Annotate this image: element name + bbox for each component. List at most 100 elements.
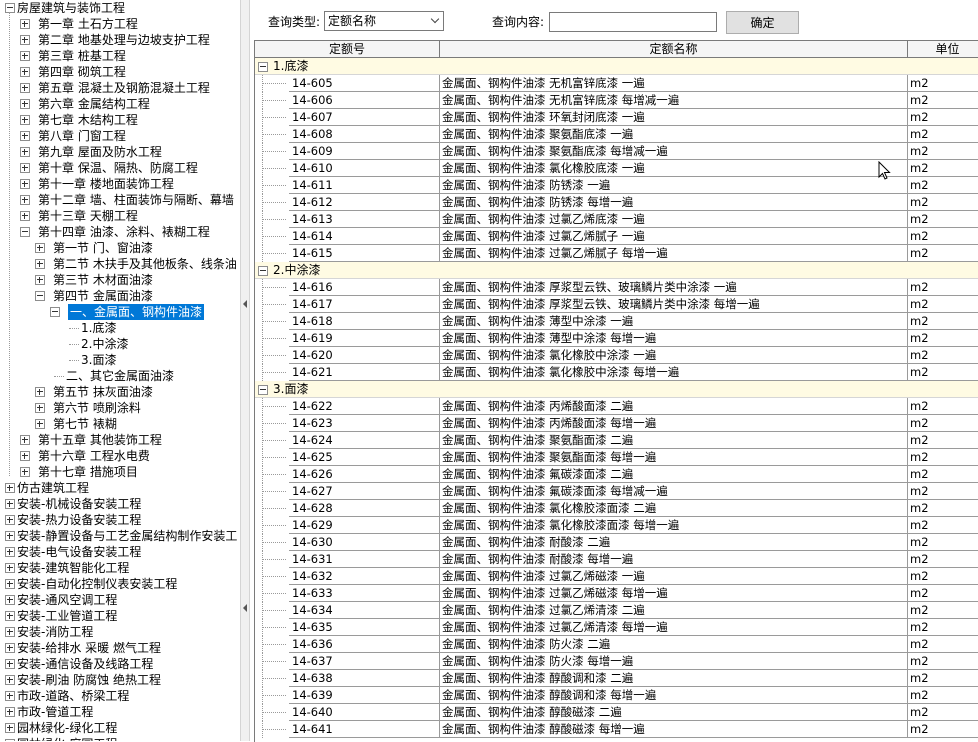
category-tree[interactable]: 房屋建筑与装饰工程 第一章 土石方工程 第二章 地基处理与边坡支护工程 第三章 桩基工… [0, 0, 240, 741]
cell-code[interactable]: 14-606 [289, 92, 440, 109]
cell-unit[interactable]: m2 [908, 585, 978, 602]
collapse-minus-icon[interactable] [258, 385, 268, 395]
expand-plus-icon[interactable] [20, 163, 30, 173]
cell-code[interactable]: 14-625 [289, 449, 440, 466]
table-row[interactable]: 14-629 金属面、钢构件油漆 氯化橡胶漆面漆 每增一遍 m2 [255, 517, 978, 534]
group-row[interactable]: 3.面漆 [255, 381, 978, 398]
cell-unit[interactable]: m2 [908, 415, 978, 432]
table-row[interactable]: 14-634 金属面、钢构件油漆 过氯乙烯清漆 二遍 m2 [255, 602, 978, 619]
cell-unit[interactable]: m2 [908, 687, 978, 704]
cell-unit[interactable]: m2 [908, 279, 978, 296]
tree-node[interactable]: 第六节 喷刷涂料 [0, 400, 240, 416]
cell-name[interactable]: 金属面、钢构件油漆 过氯乙烯清漆 每增一遍 [440, 619, 908, 636]
table-row[interactable]: 14-606 金属面、钢构件油漆 无机富锌底漆 每增减一遍 m2 [255, 92, 978, 109]
expand-plus-icon[interactable] [20, 435, 30, 445]
cell-unit[interactable]: m2 [908, 500, 978, 517]
cell-unit[interactable]: m2 [908, 330, 978, 347]
table-row[interactable]: 14-632 金属面、钢构件油漆 过氯乙烯磁漆 一遍 m2 [255, 568, 978, 585]
expand-plus-icon[interactable] [5, 611, 15, 621]
cell-code[interactable]: 14-614 [289, 228, 440, 245]
query-type-select[interactable]: 定额名称 [324, 11, 444, 31]
tree-node[interactable]: 第七节 裱糊 [0, 416, 240, 432]
cell-unit[interactable]: m2 [908, 653, 978, 670]
cell-code[interactable]: 14-627 [289, 483, 440, 500]
expand-plus-icon[interactable] [20, 51, 30, 61]
expand-plus-icon[interactable] [35, 275, 45, 285]
expand-plus-icon[interactable] [20, 131, 30, 141]
collapse-minus-icon[interactable] [5, 3, 15, 13]
cell-name[interactable]: 金属面、钢构件油漆 耐酸漆 二遍 [440, 534, 908, 551]
collapse-minus-icon[interactable] [258, 266, 268, 276]
column-header-unit[interactable]: 单位 [908, 41, 978, 58]
cell-name[interactable]: 金属面、钢构件油漆 氯化橡胶漆面漆 二遍 [440, 500, 908, 517]
cell-code[interactable]: 14-636 [289, 636, 440, 653]
cell-unit[interactable]: m2 [908, 449, 978, 466]
cell-unit[interactable]: m2 [908, 398, 978, 415]
cell-unit[interactable]: m2 [908, 211, 978, 228]
cell-name[interactable]: 金属面、钢构件油漆 丙烯酸面漆 每增一遍 [440, 415, 908, 432]
cell-code[interactable]: 14-605 [289, 75, 440, 92]
tree-node[interactable]: 第一节 门、窗油漆 [0, 240, 240, 256]
expand-plus-icon[interactable] [5, 595, 15, 605]
collapse-minus-icon[interactable] [258, 62, 268, 72]
tree-node[interactable]: 园林绿化-庭园工程 [0, 736, 240, 741]
expand-plus-icon[interactable] [5, 547, 15, 557]
cell-code[interactable]: 14-617 [289, 296, 440, 313]
tree-node[interactable]: 第五章 混凝土及钢筋混凝土工程 [0, 80, 240, 96]
cell-code[interactable]: 14-632 [289, 568, 440, 585]
cell-name[interactable]: 金属面、钢构件油漆 过氯乙烯清漆 二遍 [440, 602, 908, 619]
table-row[interactable]: 14-622 金属面、钢构件油漆 丙烯酸面漆 二遍 m2 [255, 398, 978, 415]
tree-node[interactable]: 第三节 木材面油漆 [0, 272, 240, 288]
tree-node[interactable]: 房屋建筑与装饰工程 [0, 0, 240, 16]
tree-node[interactable]: 安装-通风空调工程 [0, 592, 240, 608]
tree-node[interactable]: 第八章 门窗工程 [0, 128, 240, 144]
cell-name[interactable]: 金属面、钢构件油漆 薄型中涂漆 一遍 [440, 313, 908, 330]
table-row[interactable]: 14-617 金属面、钢构件油漆 厚浆型云铁、玻璃鳞片类中涂漆 每增一遍 m2 [255, 296, 978, 313]
cell-code[interactable]: 14-634 [289, 602, 440, 619]
column-header-name[interactable]: 定额名称 [440, 41, 908, 58]
table-row[interactable]: 14-635 金属面、钢构件油漆 过氯乙烯清漆 每增一遍 m2 [255, 619, 978, 636]
cell-name[interactable]: 金属面、钢构件油漆 耐酸漆 每增一遍 [440, 551, 908, 568]
tree-node[interactable]: 安装-消防工程 [0, 624, 240, 640]
table-row[interactable]: 14-607 金属面、钢构件油漆 环氧封闭底漆 一遍 m2 [255, 109, 978, 126]
cell-name[interactable]: 金属面、钢构件油漆 氯化橡胶底漆 一遍 [440, 160, 908, 177]
cell-name[interactable]: 金属面、钢构件油漆 防火漆 每增一遍 [440, 653, 908, 670]
cell-code[interactable]: 14-624 [289, 432, 440, 449]
cell-unit[interactable]: m2 [908, 160, 978, 177]
expand-plus-icon[interactable] [5, 579, 15, 589]
cell-unit[interactable]: m2 [908, 177, 978, 194]
cell-code[interactable]: 14-609 [289, 143, 440, 160]
cell-name[interactable]: 金属面、钢构件油漆 聚氨酯面漆 二遍 [440, 432, 908, 449]
cell-unit[interactable]: m2 [908, 704, 978, 721]
cell-name[interactable]: 金属面、钢构件油漆 丙烯酸面漆 二遍 [440, 398, 908, 415]
table-row[interactable]: 14-624 金属面、钢构件油漆 聚氨酯面漆 二遍 m2 [255, 432, 978, 449]
expand-plus-icon[interactable] [35, 419, 45, 429]
tree-node[interactable]: 第五节 抹灰面油漆 [0, 384, 240, 400]
cell-unit[interactable]: m2 [908, 126, 978, 143]
cell-name[interactable]: 金属面、钢构件油漆 无机富锌底漆 一遍 [440, 75, 908, 92]
table-row[interactable]: 14-609 金属面、钢构件油漆 聚氨酯底漆 每增减一遍 m2 [255, 143, 978, 160]
cell-unit[interactable]: m2 [908, 75, 978, 92]
table-row[interactable]: 14-639 金属面、钢构件油漆 醇酸调和漆 每增一遍 m2 [255, 687, 978, 704]
table-row[interactable]: 14-637 金属面、钢构件油漆 防火漆 每增一遍 m2 [255, 653, 978, 670]
cell-name[interactable]: 金属面、钢构件油漆 过氯乙烯磁漆 每增一遍 [440, 585, 908, 602]
tree-node[interactable]: 1.底漆 [0, 320, 240, 336]
table-row[interactable]: 14-628 金属面、钢构件油漆 氯化橡胶漆面漆 二遍 m2 [255, 500, 978, 517]
table-row[interactable]: 14-616 金属面、钢构件油漆 厚浆型云铁、玻璃鳞片类中涂漆 一遍 m2 [255, 279, 978, 296]
tree-node[interactable]: 安装-静置设备与工艺金属结构制作安装工 [0, 528, 240, 544]
query-content-input[interactable] [549, 12, 717, 32]
tree-node[interactable]: 第十三章 天棚工程 [0, 208, 240, 224]
table-row[interactable]: 14-626 金属面、钢构件油漆 氟碳漆面漆 二遍 m2 [255, 466, 978, 483]
cell-name[interactable]: 金属面、钢构件油漆 氟碳漆面漆 每增减一遍 [440, 483, 908, 500]
expand-plus-icon[interactable] [5, 643, 15, 653]
cell-code[interactable]: 14-637 [289, 653, 440, 670]
tree-node[interactable]: 安装-自动化控制仪表安装工程 [0, 576, 240, 592]
expand-plus-icon[interactable] [20, 451, 30, 461]
cell-unit[interactable]: m2 [908, 466, 978, 483]
cell-code[interactable]: 14-629 [289, 517, 440, 534]
cell-name[interactable]: 金属面、钢构件油漆 厚浆型云铁、玻璃鳞片类中涂漆 一遍 [440, 279, 908, 296]
table-row[interactable]: 14-621 金属面、钢构件油漆 氯化橡胶中涂漆 每增一遍 m2 [255, 364, 978, 381]
expand-plus-icon[interactable] [35, 387, 45, 397]
cell-name[interactable]: 金属面、钢构件油漆 聚氨酯底漆 每增减一遍 [440, 143, 908, 160]
cell-name[interactable]: 金属面、钢构件油漆 氟碳漆面漆 二遍 [440, 466, 908, 483]
